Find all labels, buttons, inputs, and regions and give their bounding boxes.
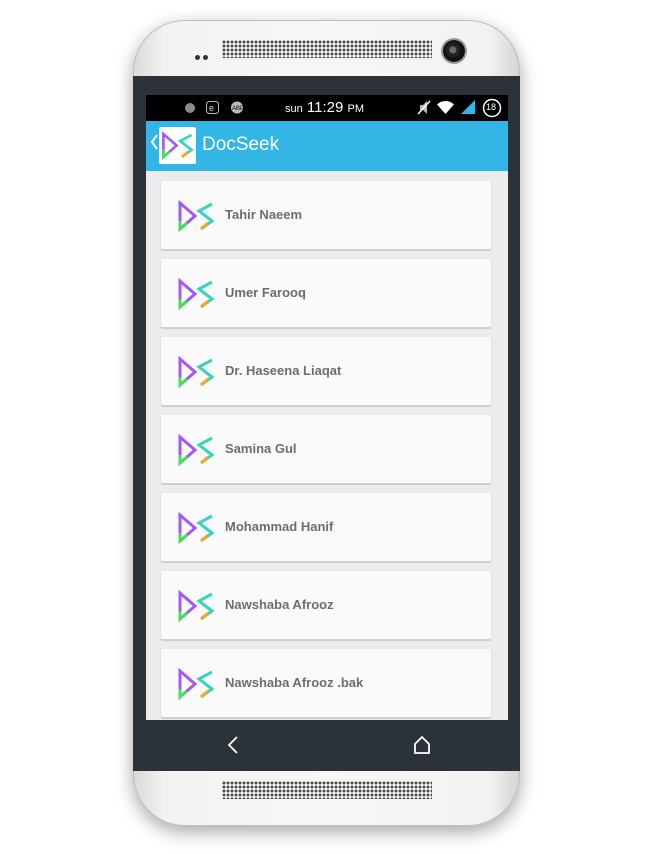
- doctor-name: Umer Farooq: [225, 285, 306, 300]
- doctor-name: Samina Gul: [225, 441, 297, 456]
- mute-icon: [417, 100, 431, 120]
- doctor-card[interactable]: Nawshaba Afrooz: [161, 571, 491, 639]
- clock-day: sun: [285, 103, 303, 115]
- docseek-logo-icon: [175, 277, 217, 311]
- proximity-sensor: [195, 55, 200, 60]
- e-icon: e: [206, 101, 219, 119]
- home-icon[interactable]: [408, 732, 436, 758]
- clock-meridiem: PM: [347, 103, 365, 115]
- doctor-name: Nawshaba Afrooz .bak: [225, 675, 364, 690]
- doctor-card[interactable]: Dr. Haseena Liaqat: [161, 337, 491, 405]
- bottom-speaker: [222, 781, 432, 799]
- status-bar: e ABP sun 11:29 PM 18: [146, 95, 508, 121]
- svg-text:ABP: ABP: [232, 106, 244, 112]
- app-title: DocSeek: [202, 134, 280, 155]
- wifi-icon: [436, 100, 455, 120]
- doctor-name: Dr. Haseena Liaqat: [225, 363, 342, 378]
- navigation-bar: [146, 720, 508, 771]
- doctor-name: Nawshaba Afrooz: [225, 597, 334, 612]
- back-icon[interactable]: [219, 732, 247, 758]
- light-sensor: [203, 55, 208, 60]
- screen: e ABP sun 11:29 PM 18 DocSeek Tahir Naee…: [146, 95, 508, 720]
- app-logo[interactable]: [159, 127, 196, 164]
- front-camera: [443, 40, 465, 62]
- docseek-logo-icon: [175, 589, 217, 623]
- app-bar: DocSeek: [146, 121, 508, 171]
- doctor-card[interactable]: Umer Farooq: [161, 259, 491, 327]
- docseek-logo-icon: [175, 667, 217, 701]
- doctor-name: Mohammad Hanif: [225, 519, 334, 534]
- docseek-logo-icon: [175, 355, 217, 389]
- signal-icon: [460, 99, 476, 120]
- svg-text:e: e: [209, 103, 214, 113]
- doctor-card[interactable]: Nawshaba Afrooz .bak: [161, 649, 491, 717]
- docseek-logo-icon: [175, 433, 217, 467]
- clock-time: 11:29: [306, 99, 344, 116]
- doctor-name: Tahir Naeem: [225, 207, 303, 222]
- doctor-card[interactable]: Samina Gul: [161, 415, 491, 483]
- earpiece-speaker: [222, 40, 432, 58]
- docseek-logo-icon: [175, 511, 217, 545]
- clock: sun 11:29 PM: [285, 99, 364, 116]
- battery-level: 18: [486, 102, 497, 112]
- battery-icon: 18: [482, 98, 502, 123]
- chevron-left-icon[interactable]: [150, 134, 158, 154]
- record-icon: [184, 101, 196, 119]
- screen-bezel: e ABP sun 11:29 PM 18 DocSeek Tahir Naee…: [133, 76, 520, 771]
- doctor-list: Tahir Naeem Umer Farooq Dr. Haseena Liaqat…: [146, 171, 508, 720]
- app-icon: ABP: [230, 101, 244, 119]
- phone-frame: e ABP sun 11:29 PM 18 DocSeek Tahir Naee…: [133, 20, 520, 826]
- doctor-card[interactable]: Mohammad Hanif: [161, 493, 491, 561]
- doctor-card[interactable]: Tahir Naeem: [161, 181, 491, 249]
- docseek-logo-icon: [175, 199, 217, 233]
